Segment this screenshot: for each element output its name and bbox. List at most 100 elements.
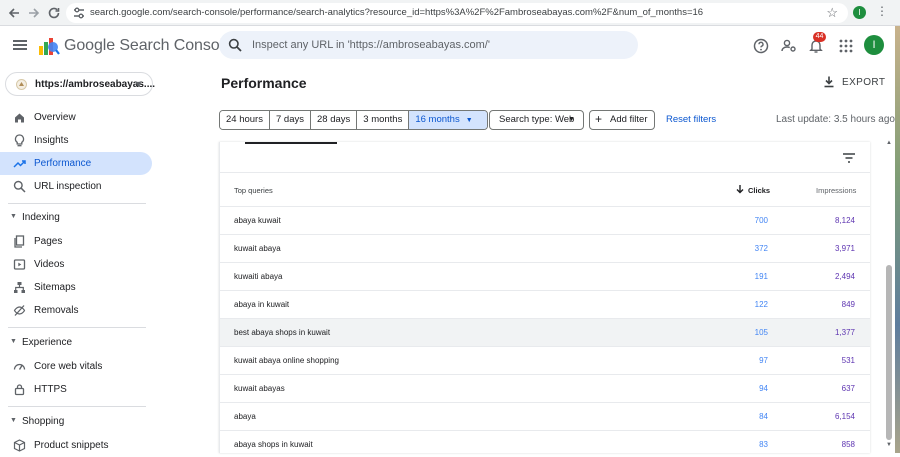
impressions-cell: 6,154: [834, 412, 855, 421]
sidebar-item-overview[interactable]: Overview: [0, 106, 152, 129]
section-label: Shopping: [22, 416, 65, 427]
range-3-months[interactable]: 3 months: [357, 111, 410, 129]
account-avatar[interactable]: I: [864, 35, 884, 55]
query-cell: kuwait abaya online shopping: [234, 356, 339, 365]
range-16-months-label: 16 months: [415, 114, 460, 125]
table-row[interactable]: kuwait abayas 94 637: [220, 375, 870, 403]
add-filter-button[interactable]: + Add filter: [589, 110, 655, 130]
back-arrow-icon[interactable]: [6, 5, 22, 21]
table-row[interactable]: abaya 84 6,154: [220, 403, 870, 431]
section-label: Indexing: [22, 212, 60, 223]
site-settings-icon[interactable]: [72, 6, 86, 20]
scroll-down-arrow-icon[interactable]: ▼: [886, 442, 892, 448]
query-cell: abaya in kuwait: [234, 300, 290, 309]
table-row[interactable]: best abaya shops in kuwait 105 1,377: [220, 319, 870, 347]
section-experience[interactable]: ▼ Experience: [0, 333, 152, 353]
sidebar-item-pages[interactable]: Pages: [0, 230, 152, 253]
reload-icon[interactable]: [46, 5, 62, 21]
column-header-impressions[interactable]: Impressions: [816, 186, 856, 195]
clicks-cell: 83: [759, 440, 768, 449]
search-icon: [228, 38, 242, 52]
impressions-cell: 2,494: [834, 272, 855, 281]
query-cell: abaya shops in kuwait: [234, 440, 313, 449]
sidebar-item-label: Pages: [34, 236, 63, 247]
url-inspection-search[interactable]: Inspect any URL in 'https://ambroseabaya…: [219, 31, 638, 59]
filter-rows-icon[interactable]: [842, 153, 856, 163]
active-tab-indicator: [245, 142, 337, 144]
sidebar-item-label: Performance: [34, 158, 92, 169]
section-shopping[interactable]: ▼ Shopping: [0, 412, 152, 432]
table-row[interactable]: abaya kuwait 700 8,124: [220, 207, 870, 235]
search-icon: [13, 180, 26, 193]
url-text[interactable]: search.google.com/search-console/perform…: [90, 7, 703, 18]
sidebar-item-removals[interactable]: Removals: [0, 299, 152, 322]
sidebar-item-label: Removals: [34, 305, 79, 316]
main-menu-icon[interactable]: [13, 40, 27, 50]
impressions-cell: 531: [841, 356, 855, 365]
sidebar-item-performance[interactable]: Performance: [0, 152, 152, 175]
table-row[interactable]: abaya shops in kuwait 83 858: [220, 431, 870, 453]
queries-table: Top queries Clicks Impressions abaya kuw…: [219, 142, 870, 453]
collapse-caret-icon: ▼: [10, 213, 17, 220]
dropdown-caret-icon: ▼: [134, 79, 143, 89]
browser-menu-icon[interactable]: ⋮: [876, 4, 888, 18]
address-bar[interactable]: search.google.com/search-console/perform…: [66, 3, 848, 23]
impressions-cell: 849: [841, 300, 855, 309]
sidebar-item-sitemaps[interactable]: Sitemaps: [0, 276, 152, 299]
table-row[interactable]: kuwait abaya online shopping 97 531: [220, 347, 870, 375]
sort-descending-icon[interactable]: [735, 184, 745, 194]
sidebar-item-product-snippets[interactable]: Product snippets: [0, 434, 152, 457]
sidebar-item-label: URL inspection: [34, 181, 102, 192]
section-indexing[interactable]: ▼ Indexing: [0, 208, 152, 228]
range-16-months[interactable]: 16 months ▼: [409, 111, 487, 129]
clicks-cell: 191: [754, 272, 768, 281]
reset-filters-link[interactable]: Reset filters: [666, 114, 716, 125]
sidebar-item-videos[interactable]: Videos: [0, 253, 152, 276]
sidebar-item-url-inspection[interactable]: URL inspection: [0, 175, 152, 198]
clicks-cell: 700: [754, 216, 768, 225]
scroll-up-arrow-icon[interactable]: ▲: [886, 140, 892, 146]
clicks-cell: 97: [759, 356, 768, 365]
table-row[interactable]: kuwait abaya 372 3,971: [220, 235, 870, 263]
column-header-clicks[interactable]: Clicks: [748, 186, 770, 195]
manage-users-icon[interactable]: [781, 38, 797, 54]
column-header-queries[interactable]: Top queries: [234, 186, 273, 195]
property-selector[interactable]: https://ambroseabayas.... ▼: [5, 72, 155, 96]
sidebar-item-core-web-vitals[interactable]: Core web vitals: [0, 355, 152, 378]
lock-icon: [14, 384, 25, 396]
browser-profile-avatar[interactable]: I: [853, 6, 866, 19]
sidebar-item-label: Product snippets: [34, 440, 109, 451]
browser-toolbar: search.google.com/search-console/perform…: [0, 0, 900, 26]
range-7-days[interactable]: 7 days: [269, 111, 311, 129]
table-row[interactable]: kuwaiti abaya 191 2,494: [220, 263, 870, 291]
page-title: Performance: [221, 75, 307, 91]
home-icon: [15, 113, 24, 123]
sidebar-divider: [8, 406, 146, 407]
range-28-days[interactable]: 28 days: [310, 111, 358, 129]
pages-icon: [14, 235, 25, 248]
bookmark-star-icon[interactable]: ☆: [826, 5, 838, 21]
search-type-label: Search type: Web: [499, 114, 575, 125]
scroll-thumb[interactable]: [886, 265, 892, 440]
export-label: EXPORT: [842, 77, 886, 88]
page-scrollbar[interactable]: ▲ ▼: [884, 140, 894, 453]
apps-grid-icon[interactable]: [838, 38, 854, 54]
product-name: Google Search Console: [64, 37, 232, 54]
forward-arrow-icon[interactable]: [26, 5, 42, 21]
app-header: Google Search Console Inspect any URL in…: [0, 26, 900, 66]
trending-up-icon: [13, 160, 26, 168]
sidebar-item-label: Sitemaps: [34, 282, 76, 293]
sidebar-item-label: Overview: [34, 112, 76, 123]
sitemaps-icon: [14, 282, 25, 293]
sidebar-item-label: Videos: [34, 259, 65, 270]
range-24-hours[interactable]: 24 hours: [220, 111, 270, 129]
sidebar-item-insights[interactable]: Insights: [0, 129, 152, 152]
sidebar-item-label: HTTPS: [34, 384, 67, 395]
search-console-logo: [39, 38, 60, 55]
notification-count-badge: 44: [813, 32, 826, 42]
query-cell: best abaya shops in kuwait: [234, 328, 331, 337]
table-row[interactable]: abaya in kuwait 122 849: [220, 291, 870, 319]
sidebar-item-https[interactable]: HTTPS: [0, 378, 152, 401]
search-type-button[interactable]: Search type: Web ▼: [489, 110, 584, 130]
help-icon[interactable]: [753, 38, 769, 54]
